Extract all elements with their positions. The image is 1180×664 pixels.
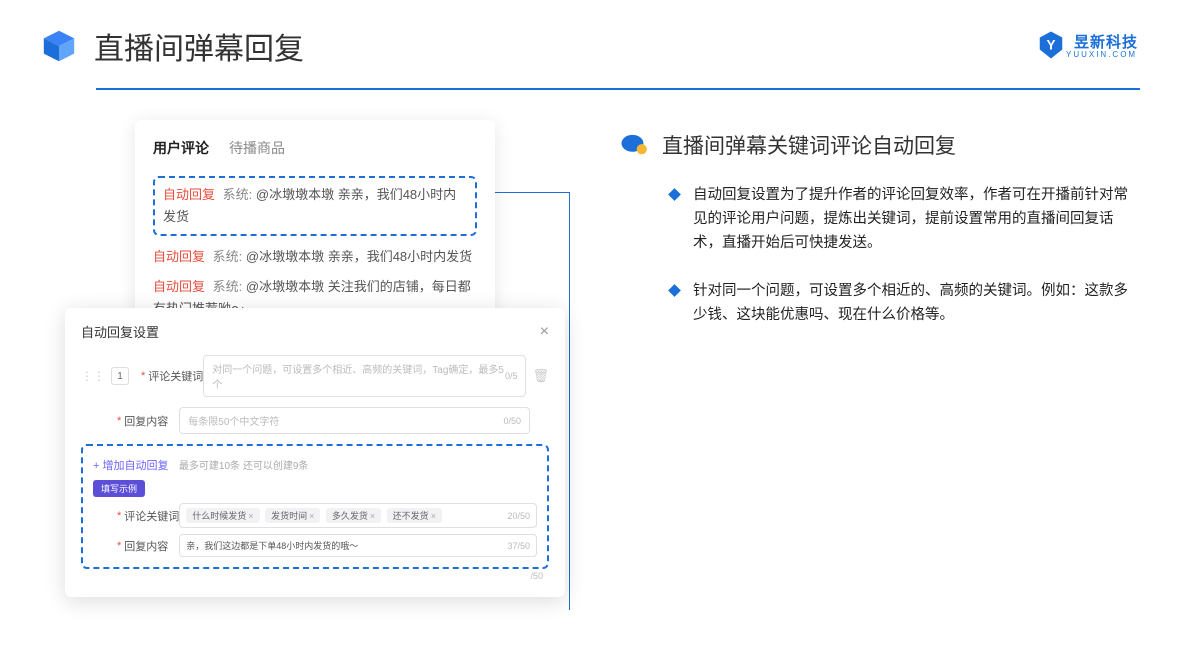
tag-chip[interactable]: 多久发货× bbox=[326, 508, 381, 523]
diamond-icon bbox=[668, 188, 681, 201]
system-label: 系统: bbox=[213, 249, 243, 264]
keyword-label: 评论关键词 bbox=[148, 368, 203, 384]
example-keyword-counter: 20/50 bbox=[507, 511, 530, 521]
trailing-counter: /50 bbox=[81, 571, 549, 581]
auto-reply-badge: 自动回复 bbox=[163, 187, 215, 202]
bullet-text: 自动回复设置为了提升作者的评论回复效率，作者可在开播前针对常见的评论用户问题，提… bbox=[693, 184, 1140, 256]
tag-chip[interactable]: 什么时候发货× bbox=[186, 508, 259, 523]
example-keyword-input[interactable]: 什么时候发货× 发货时间× 多久发货× 还不发货× 20/50 bbox=[179, 503, 537, 528]
brand-subtitle: YUUXIN.COM bbox=[1066, 50, 1138, 59]
system-label: 系统: bbox=[223, 187, 253, 202]
section-title: 直播间弹幕关键词评论自动回复 bbox=[662, 130, 956, 160]
comment-line: 自动回复 系统: @冰墩墩本墩 亲亲，我们48小时内发货 bbox=[153, 246, 477, 268]
keyword-counter: 0/5 bbox=[505, 371, 518, 381]
tag-chip[interactable]: 发货时间× bbox=[265, 508, 320, 523]
close-icon[interactable]: × bbox=[540, 323, 549, 341]
brand-logo: Y 昱新科技 YUUXIN.COM bbox=[1036, 30, 1138, 60]
svg-text:Y: Y bbox=[1046, 38, 1055, 53]
example-box: + 增加自动回复 最多可建10条 还可以创建9条 填写示例 * 评论关键词 什么… bbox=[81, 444, 549, 569]
settings-title: 自动回复设置 bbox=[81, 322, 159, 341]
example-content-label: 回复内容 bbox=[124, 538, 179, 554]
example-keyword-label: 评论关键词 bbox=[124, 508, 179, 524]
tab-pending-goods[interactable]: 待播商品 bbox=[229, 138, 285, 164]
content-counter: 0/50 bbox=[503, 416, 521, 426]
keyword-input[interactable]: 对同一个问题，可设置多个相近、高频的关键词，Tag确定，最多5个 0/5 bbox=[203, 355, 526, 397]
example-pill: 填写示例 bbox=[93, 480, 145, 497]
add-caption: 最多可建10条 还可以创建9条 bbox=[179, 461, 308, 472]
add-auto-reply-link[interactable]: + 增加自动回复 bbox=[93, 460, 168, 472]
auto-reply-badge: 自动回复 bbox=[153, 279, 205, 294]
system-label: 系统: bbox=[213, 279, 243, 294]
auto-reply-badge: 自动回复 bbox=[153, 249, 205, 264]
bullet-text: 针对同一个问题，可设置多个相近的、高频的关键词。例如：这款多少钱、这块能优惠吗、… bbox=[693, 280, 1140, 328]
tab-user-comments[interactable]: 用户评论 bbox=[153, 138, 209, 164]
delete-icon[interactable]: 🗑 bbox=[532, 368, 549, 384]
example-content-input[interactable]: 亲，我们这边都是下单48小时内发货的哦～ 37/50 bbox=[179, 534, 537, 557]
bullet-item: 自动回复设置为了提升作者的评论回复效率，作者可在开播前针对常见的评论用户问题，提… bbox=[620, 184, 1140, 256]
diamond-icon bbox=[668, 284, 681, 297]
content-label: 回复内容 bbox=[124, 413, 179, 429]
review-panel: 用户评论 待播商品 自动回复 系统: @冰墩墩本墩 亲亲，我们48小时内发货 自… bbox=[135, 120, 495, 338]
brand-name: 昱新科技 bbox=[1074, 34, 1138, 51]
cube-icon bbox=[40, 27, 78, 65]
page-title: 直播间弹幕回复 bbox=[94, 24, 304, 68]
highlighted-comment: 自动回复 系统: @冰墩墩本墩 亲亲，我们48小时内发货 bbox=[153, 176, 477, 236]
drag-handle-icon[interactable]: ⋮⋮ bbox=[81, 369, 105, 383]
example-content-counter: 37/50 bbox=[507, 541, 530, 551]
chat-bubble-icon bbox=[620, 134, 650, 156]
tag-chip[interactable]: 还不发货× bbox=[387, 508, 442, 523]
row-number: 1 bbox=[111, 367, 129, 385]
comment-text: @冰墩墩本墩 亲亲，我们48小时内发货 bbox=[246, 249, 472, 264]
bullet-item: 针对同一个问题，可设置多个相近的、高频的关键词。例如：这款多少钱、这块能优惠吗、… bbox=[620, 280, 1140, 328]
settings-panel: 自动回复设置 × ⋮⋮ 1 * 评论关键词 对同一个问题，可设置多个相近、高频的… bbox=[65, 308, 565, 597]
content-input[interactable]: 每条限50个中文字符 0/50 bbox=[179, 407, 530, 434]
